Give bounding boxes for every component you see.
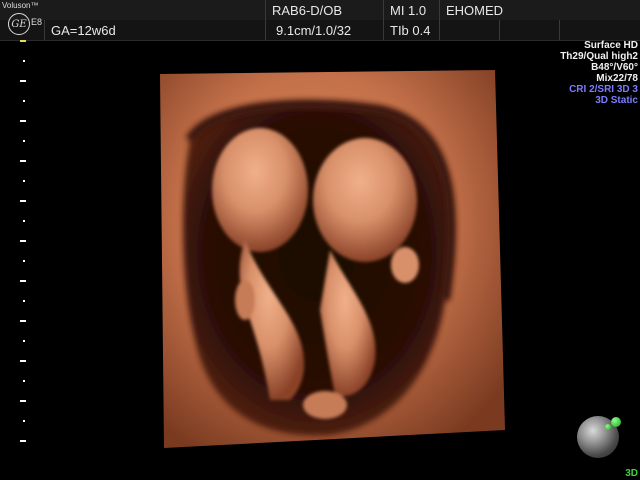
operator-label: EHOMED xyxy=(446,2,504,18)
scale-tick xyxy=(20,440,26,442)
scale-tick xyxy=(23,380,25,382)
orientation-marker-small-icon xyxy=(605,424,611,430)
scale-tick xyxy=(23,300,25,302)
probe-cell: RAB6-D/OB xyxy=(265,0,383,20)
scale-tick xyxy=(23,140,25,142)
scale-tick xyxy=(23,420,25,422)
empty-cell-2 xyxy=(499,20,559,40)
mi-label: MI 1.0 xyxy=(390,2,427,18)
scale-tick xyxy=(23,60,25,62)
scale-tick xyxy=(20,400,26,402)
fetus-hand xyxy=(391,247,419,283)
param-line: CRI 2/SRI 3D 3 xyxy=(569,84,638,95)
empty-cell-1 xyxy=(439,20,499,40)
depth-cell: 9.1cm/1.0/32 xyxy=(265,20,383,40)
fetus-body xyxy=(313,138,417,262)
header-row-1: RAB6-D/OB MI 1.0 EHOMED xyxy=(0,0,640,20)
brand-block: Voluson™ GE E8 xyxy=(2,1,42,39)
param-line: 3D Static xyxy=(595,95,638,106)
scale-tick xyxy=(23,180,25,182)
scale-tick xyxy=(23,340,25,342)
empty-cell-3 xyxy=(559,20,640,40)
scale-tick xyxy=(23,260,25,262)
scale-tick xyxy=(20,240,26,242)
header-row-2: GA=12w6d 9.1cm/1.0/32 TIb 0.4 xyxy=(0,20,640,41)
ge-logo-text: GE xyxy=(11,18,27,30)
depth-info-label: 9.1cm/1.0/32 xyxy=(276,22,352,38)
operator-cell: EHOMED xyxy=(439,0,640,20)
param-line: Mix22/78 xyxy=(596,73,638,84)
fetus-hand xyxy=(235,280,255,320)
model-name: E8 xyxy=(31,17,43,27)
orientation-marker-icon xyxy=(611,417,621,427)
gestational-age-label: GA=12w6d xyxy=(51,22,116,38)
scale-tick xyxy=(20,200,26,202)
scale-tick xyxy=(20,160,26,162)
tib-label: TIb 0.4 xyxy=(390,22,431,38)
fetus-foot xyxy=(303,391,347,419)
fetus-head xyxy=(212,128,308,252)
ge-logo-icon: GE xyxy=(8,13,30,35)
depth-scale xyxy=(18,40,32,480)
scale-tick xyxy=(20,320,26,322)
parameter-panel: Surface HD Th29/Qual high2 B48°/V60° Mix… xyxy=(560,40,638,106)
scale-tick xyxy=(20,40,26,42)
mi-cell: MI 1.0 xyxy=(383,0,439,20)
mode-3d-label: 3D xyxy=(625,468,638,479)
scale-tick xyxy=(23,100,25,102)
ga-cell: GA=12w6d xyxy=(44,20,265,40)
scale-tick xyxy=(23,220,25,222)
scale-tick xyxy=(20,80,26,82)
param-line: B48°/V60° xyxy=(591,62,638,73)
scale-tick xyxy=(20,360,26,362)
brand-name: Voluson™ xyxy=(2,1,39,10)
scale-tick xyxy=(20,280,26,282)
scale-tick xyxy=(20,120,26,122)
render-volume xyxy=(160,70,505,448)
param-line: Th29/Qual high2 xyxy=(560,51,638,62)
param-line: Surface HD xyxy=(584,40,638,51)
probe-label: RAB6-D/OB xyxy=(272,2,343,18)
tib-cell: TIb 0.4 xyxy=(383,20,439,40)
